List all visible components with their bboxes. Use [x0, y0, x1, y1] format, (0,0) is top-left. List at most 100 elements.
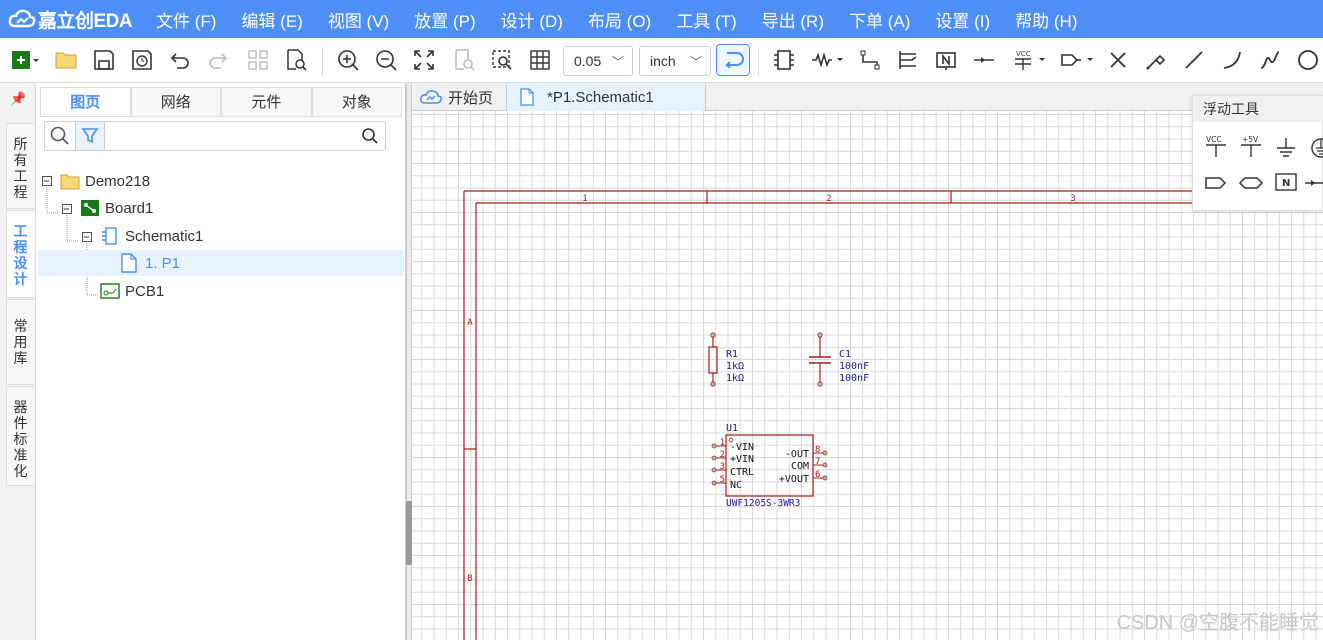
probe-button[interactable]: [1142, 46, 1170, 74]
menu-tools[interactable]: 工具 (T): [676, 7, 736, 32]
place-component-button[interactable]: [770, 46, 798, 74]
pcb-icon: [100, 283, 120, 299]
chevron-down-icon: ﹀: [611, 55, 624, 69]
vcc-tool-button[interactable]: VCC: [1203, 134, 1229, 160]
side-tab-project-design[interactable]: 工程设计: [6, 210, 34, 298]
net-flag-tool-button[interactable]: [1203, 170, 1229, 196]
menu-place[interactable]: 放置 (P): [414, 7, 475, 32]
wire-button[interactable]: [856, 46, 884, 74]
tab-start-page[interactable]: 开始页: [420, 83, 508, 111]
vcc-power-icon: VCC: [1206, 135, 1226, 157]
menu-view[interactable]: 视图 (V): [328, 7, 389, 32]
search-submit-icon[interactable]: [359, 126, 381, 146]
redo-icon: [209, 53, 228, 69]
redo-button[interactable]: [204, 46, 232, 74]
side-tab-common-library[interactable]: 常用库: [6, 299, 34, 385]
tree-item-label: Schematic1: [125, 227, 204, 245]
svg-text:VCC: VCC: [1016, 50, 1031, 58]
side-tab-standardization[interactable]: 器件标准化: [6, 386, 34, 486]
no-connect-icon: [1110, 52, 1126, 68]
folder-icon: [55, 52, 77, 69]
no-connect-button[interactable]: [1104, 46, 1132, 74]
tab-objects[interactable]: 对象: [311, 87, 402, 116]
menu-settings[interactable]: 设置 (I): [935, 7, 990, 32]
zoom-area-button[interactable]: [488, 46, 516, 74]
line-button[interactable]: [1180, 46, 1208, 74]
tree-item-board[interactable]: Board1: [80, 195, 400, 221]
unit-select[interactable]: inch ﹀: [639, 46, 711, 76]
page-icon: [121, 253, 137, 273]
search-icon[interactable]: [47, 124, 73, 148]
bus-button[interactable]: [894, 46, 922, 74]
net-port-button[interactable]: [970, 46, 998, 74]
search-input[interactable]: [107, 124, 355, 148]
tree-item-project[interactable]: Demo218: [60, 168, 400, 194]
menu-layout[interactable]: 布局 (O): [588, 7, 651, 32]
wire-icon: [860, 50, 880, 70]
menu-order[interactable]: 下单 (A): [849, 7, 910, 32]
tree-item-pcb[interactable]: PCB1: [100, 278, 400, 304]
net-flag-icon: [1061, 54, 1093, 66]
app-logo[interactable]: 嘉立创EDA: [8, 6, 156, 33]
u1-pin-name: +VOUT: [779, 474, 809, 485]
open-button[interactable]: [52, 46, 80, 74]
zoom-in-button[interactable]: [334, 46, 362, 74]
schematic-canvas[interactable]: 1 2 3 A B R1 1kΩ 1kΩ C1 100nF 100nF U1 1…: [412, 111, 1323, 640]
tab-pages[interactable]: 图页: [40, 87, 131, 116]
filter-icon: [81, 128, 99, 144]
menu-design[interactable]: 设计 (D): [501, 7, 563, 32]
circle-button[interactable]: [1294, 46, 1322, 74]
filter-button[interactable]: [75, 122, 105, 150]
ic-u1[interactable]: U1 1 2 3 5 8 7 6 -VIN +VIN CTRL NC -OUT …: [711, 423, 828, 509]
ground-tool-button[interactable]: [1273, 134, 1299, 160]
resistor-r1[interactable]: R1 1kΩ 1kΩ: [708, 332, 744, 387]
net-flag-button[interactable]: [1056, 46, 1098, 74]
earth-tool-button[interactable]: [1305, 134, 1323, 160]
vcc-power-icon: VCC: [1015, 50, 1045, 70]
menu-edit[interactable]: 编辑 (E): [241, 7, 302, 32]
grid-size-value: 0.05: [574, 53, 602, 69]
undo-button[interactable]: [166, 46, 194, 74]
floating-tools-title[interactable]: 浮动工具: [1193, 96, 1323, 122]
tab-schematic-p1[interactable]: *P1.Schematic1: [506, 83, 706, 111]
align-button[interactable]: [244, 46, 272, 74]
find-button[interactable]: [282, 46, 310, 74]
tree-item-page-selected[interactable]: 1. P1: [38, 250, 404, 276]
save-button[interactable]: [90, 46, 118, 74]
new-project-button[interactable]: [6, 46, 44, 74]
zoom-out-button[interactable]: [372, 46, 400, 74]
tab-label: *P1.Schematic1: [547, 88, 654, 106]
arc-button[interactable]: [1218, 46, 1246, 74]
grid-size-select[interactable]: 0.05 ﹀: [563, 46, 633, 76]
schematic-drawing: 1 2 3 A B R1 1kΩ 1kΩ C1 100nF 100nF U1 1…: [463, 190, 1323, 640]
zoom-selection-button[interactable]: [450, 46, 478, 74]
u1-pin-number: 8: [815, 445, 820, 455]
net-label-tool-button[interactable]: N: [1273, 170, 1299, 196]
snap-toggle-button[interactable]: [716, 44, 750, 76]
menu-help[interactable]: 帮助 (H): [1015, 7, 1077, 32]
save-history-button[interactable]: [128, 46, 156, 74]
tab-components[interactable]: 元件: [221, 87, 312, 116]
pin-tool-button[interactable]: [1305, 170, 1323, 196]
fit-view-button[interactable]: [410, 46, 438, 74]
net-label-button[interactable]: [932, 46, 960, 74]
net-port-tool-button[interactable]: [1238, 170, 1264, 196]
menu-export[interactable]: 导出 (R): [762, 7, 824, 32]
pin-icon[interactable]: 📌: [10, 91, 26, 107]
bezier-button[interactable]: [1256, 46, 1284, 74]
tab-nets[interactable]: 网络: [130, 87, 221, 116]
u1-pin-name: NC: [730, 480, 742, 491]
zoom-out-icon: [376, 50, 397, 71]
grid-toggle-button[interactable]: [526, 46, 554, 74]
vcc-text: VCC: [1206, 135, 1222, 144]
place-resistor-button[interactable]: [808, 46, 848, 74]
tree-item-schematic[interactable]: Schematic1: [100, 223, 400, 249]
plus5v-tool-button[interactable]: +5V: [1238, 134, 1264, 160]
menu-file[interactable]: 文件 (F): [156, 7, 216, 32]
save-history-icon: [132, 50, 152, 70]
capacitor-c1[interactable]: C1 100nF 100nF: [809, 332, 869, 387]
side-tab-all-projects[interactable]: 所有工程: [6, 123, 34, 209]
power-symbol-button[interactable]: VCC: [1008, 46, 1050, 74]
frame-col-label: 3: [1070, 194, 1075, 204]
chevron-down-icon: ﹀: [689, 55, 702, 69]
